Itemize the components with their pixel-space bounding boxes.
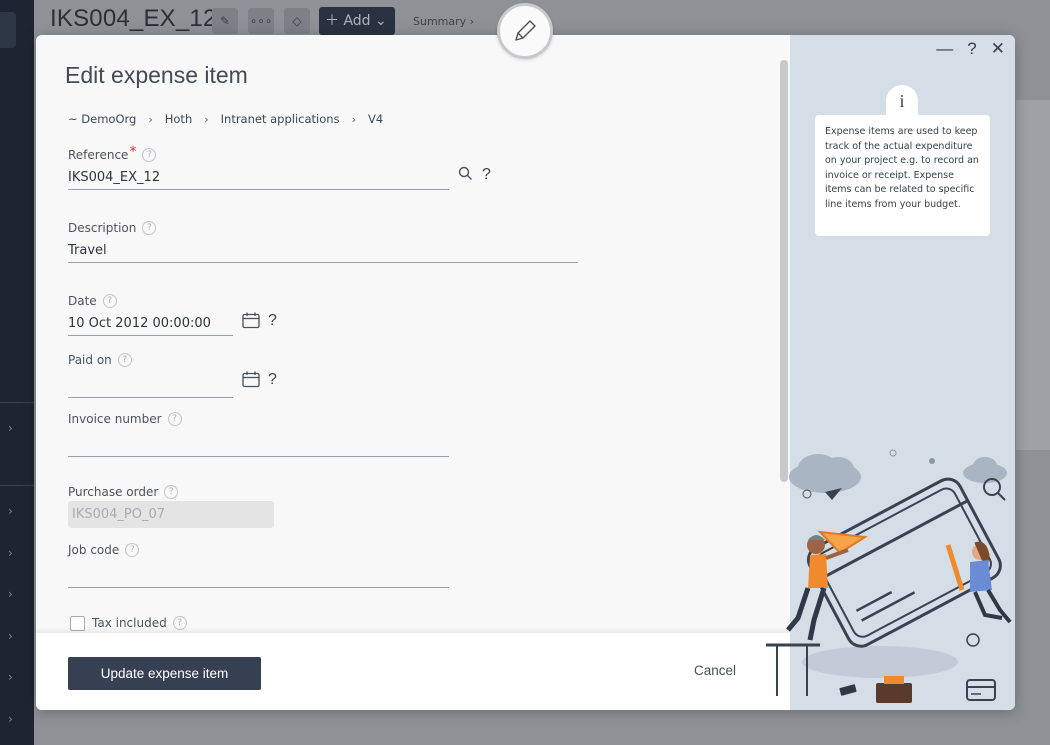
scrollbar[interactable] bbox=[780, 60, 788, 482]
breadcrumb-item[interactable]: V4 bbox=[368, 112, 383, 126]
modal-title: Edit expense item bbox=[65, 62, 248, 88]
sidebar-chevron-icon[interactable]: › bbox=[8, 504, 13, 518]
sidebar-chevron-icon[interactable]: › bbox=[8, 712, 13, 726]
cloud-icon bbox=[963, 457, 1007, 483]
background-card bbox=[1016, 100, 1050, 450]
breadcrumb: ~ DemoOrg › Hoth › Intranet applications… bbox=[68, 112, 383, 126]
chevron-right-icon: › bbox=[204, 112, 209, 126]
sidebar-chevron-icon[interactable]: › bbox=[8, 546, 13, 560]
help-circle-icon[interactable]: ? bbox=[102, 294, 117, 308]
help-circle-icon[interactable]: ? bbox=[172, 616, 187, 630]
breadcrumb-item[interactable]: Hoth bbox=[165, 112, 192, 126]
toolbox-icon bbox=[884, 676, 904, 684]
page-title: IKS004_EX_12 bbox=[50, 5, 217, 32]
update-expense-item-button[interactable]: Update expense item bbox=[68, 657, 261, 690]
form-panel: Edit expense item ~ DemoOrg › Hoth › Int… bbox=[36, 35, 790, 710]
info-icon: i bbox=[886, 85, 918, 117]
reference-label-text: Reference bbox=[68, 148, 129, 162]
paid-on-help-button[interactable]: ? bbox=[268, 371, 277, 389]
tax-included-label-text: Tax included bbox=[92, 616, 167, 630]
ground-shadow bbox=[802, 646, 958, 678]
invoice-number-input[interactable] bbox=[68, 435, 449, 457]
date-input[interactable]: 10 Oct 2012 00:00:00 bbox=[68, 314, 233, 336]
minimize-icon[interactable]: — bbox=[936, 39, 953, 59]
job-code-label: Job code ? bbox=[68, 543, 140, 557]
sidebar-chevron-icon[interactable]: › bbox=[8, 629, 13, 643]
sidebar-divider bbox=[0, 485, 34, 486]
summary-link[interactable]: Summary › bbox=[413, 15, 474, 28]
date-label-text: Date bbox=[68, 294, 97, 308]
invoice-number-label: Invoice number ? bbox=[68, 412, 182, 426]
dot-decoration bbox=[966, 633, 980, 647]
sidebar-chevron-icon[interactable]: › bbox=[8, 587, 13, 601]
purchase-order-input: IKS004_PO_07 bbox=[68, 501, 274, 528]
help-circle-icon[interactable]: ? bbox=[125, 543, 140, 557]
paid-on-label: Paid on ? bbox=[68, 353, 132, 367]
calendar-icon[interactable] bbox=[242, 371, 260, 392]
close-icon[interactable]: ✕ bbox=[991, 39, 1005, 59]
chevron-down-icon: ⌄ bbox=[375, 13, 387, 29]
purchase-order-label-text: Purchase order bbox=[68, 485, 159, 499]
help-circle-icon[interactable]: ? bbox=[142, 148, 157, 162]
dot-decoration bbox=[802, 489, 812, 499]
invoice-number-label-text: Invoice number bbox=[68, 412, 162, 426]
sidebar-divider bbox=[0, 402, 34, 403]
window-controls: — ? ✕ bbox=[936, 39, 1005, 59]
reference-label: Reference * ? bbox=[68, 144, 157, 162]
breadcrumb-item[interactable]: ~ DemoOrg bbox=[68, 112, 136, 126]
edit-icon[interactable]: ✎ bbox=[212, 8, 238, 34]
toolbox-icon bbox=[876, 683, 912, 703]
job-code-input[interactable] bbox=[68, 566, 449, 588]
breadcrumb-item[interactable]: Intranet applications bbox=[221, 112, 340, 126]
credit-card-illustration bbox=[766, 449, 1012, 703]
search-icon[interactable] bbox=[458, 166, 473, 185]
cloud-icon bbox=[789, 454, 861, 493]
dot-decoration bbox=[889, 449, 897, 457]
purchase-order-label: Purchase order ? bbox=[68, 485, 179, 499]
card-icon bbox=[966, 679, 996, 701]
info-text: Expense items are used to keep track of … bbox=[815, 115, 990, 236]
help-circle-icon[interactable]: ? bbox=[164, 485, 179, 499]
reference-input[interactable]: IKS004_EX_12 bbox=[68, 168, 449, 190]
app-sidebar: › › › › › › › bbox=[0, 0, 34, 745]
date-label: Date ? bbox=[68, 294, 117, 308]
help-circle-icon[interactable]: ? bbox=[117, 353, 132, 367]
dot-decoration bbox=[929, 458, 935, 464]
help-icon[interactable]: ? bbox=[967, 39, 976, 59]
add-label: Add bbox=[343, 13, 371, 29]
modal-footer: Update expense item Cancel bbox=[36, 633, 790, 710]
description-input[interactable]: Travel bbox=[68, 241, 578, 263]
pencil-icon bbox=[515, 20, 536, 41]
reference-help-button[interactable]: ? bbox=[482, 166, 491, 184]
description-label-text: Description bbox=[68, 221, 137, 235]
more-icon[interactable]: ∘∘∘ bbox=[248, 8, 274, 34]
chevron-right-icon: › bbox=[148, 112, 153, 126]
description-label: Description ? bbox=[68, 221, 157, 235]
help-circle-icon[interactable]: ? bbox=[142, 221, 157, 235]
chevron-right-icon: › bbox=[351, 112, 356, 126]
edit-mode-badge bbox=[497, 3, 553, 59]
paid-on-label-text: Paid on bbox=[68, 353, 112, 367]
help-circle-icon[interactable]: ? bbox=[167, 412, 182, 426]
phone-icon bbox=[839, 684, 857, 696]
tag-icon[interactable]: ◇ bbox=[284, 8, 310, 34]
add-button[interactable]: ＋ Add ⌄ bbox=[319, 7, 395, 35]
required-asterisk: * bbox=[129, 144, 137, 160]
sidebar-chevron-icon[interactable]: › bbox=[8, 670, 13, 684]
tax-included-label: Tax included ? bbox=[92, 616, 187, 630]
tax-included-checkbox[interactable] bbox=[70, 616, 85, 631]
sidebar-pill[interactable] bbox=[0, 12, 16, 48]
calendar-icon[interactable] bbox=[242, 312, 260, 333]
paid-on-input[interactable] bbox=[68, 376, 233, 398]
sidebar-chevron-icon[interactable]: › bbox=[8, 421, 13, 435]
job-code-label-text: Job code bbox=[68, 543, 120, 557]
date-help-button[interactable]: ? bbox=[268, 312, 277, 330]
